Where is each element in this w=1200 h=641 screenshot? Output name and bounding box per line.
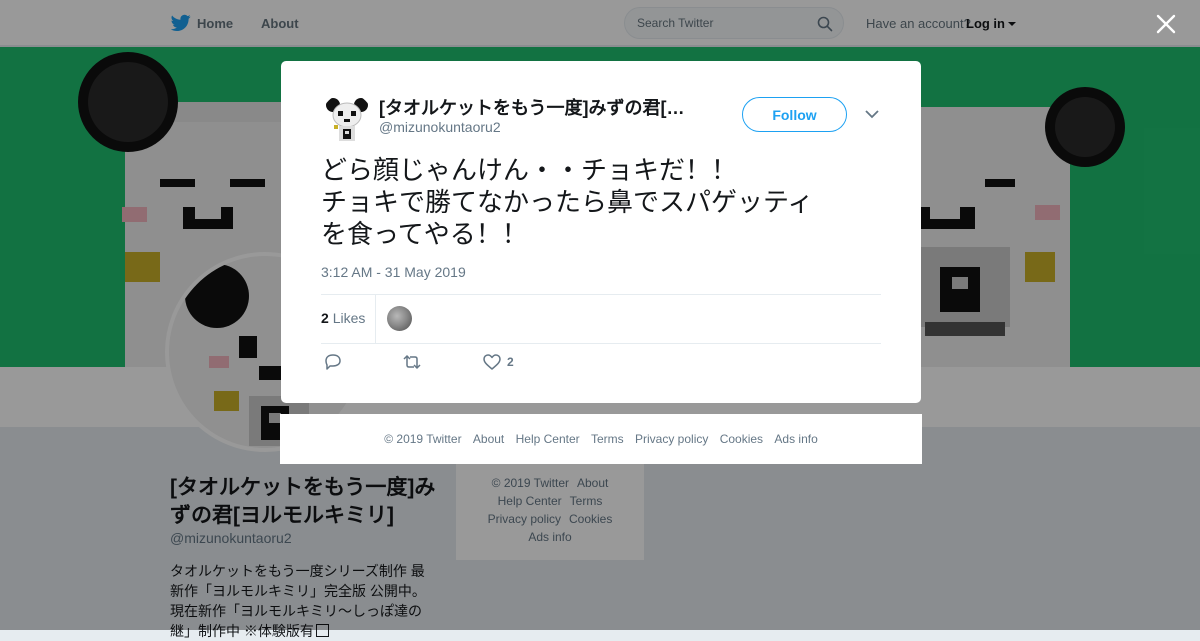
tweet-text-line: チョキで勝てなかったら鼻でスパゲッティ [321,187,814,217]
modal-footer: © 2019 Twitter About Help Center Terms P… [280,414,922,464]
footer-privacy-link[interactable]: Privacy policy [635,432,708,446]
tweet-author-name[interactable]: [タオルケットをもう一度]みずの君[… [379,94,699,120]
tweet-author-handle[interactable]: @mizunokuntaoru2 [379,119,501,135]
retweet-button[interactable] [402,353,422,373]
reply-icon [325,354,341,370]
follow-button[interactable]: Follow [742,97,847,132]
tweet-text-line: を食ってやる！！ [321,219,528,249]
close-icon[interactable] [1154,12,1178,36]
tweet-text-line: どら顔じゃんけん・・チョキだ！！ [321,155,738,185]
footer-ads-link[interactable]: Ads info [774,432,817,446]
footer-help-link[interactable]: Help Center [516,432,580,446]
footer-terms-link[interactable]: Terms [591,432,624,446]
footer-about-link[interactable]: About [473,432,504,446]
like-button[interactable]: 2 [482,353,514,373]
likes-label: Likes [332,310,366,326]
liker-avatar[interactable] [387,306,412,331]
like-count: 2 [507,355,514,369]
tweet-text: どら顔じゃんけん・・チョキだ！！ チョキで勝てなかったら鼻でスパゲッティ を食っ… [321,154,901,250]
tweet-timestamp[interactable]: 3:12 AM - 31 May 2019 [321,264,466,280]
tweet-author-avatar[interactable] [321,93,373,145]
reply-button[interactable] [323,353,343,373]
footer-cookies-link[interactable]: Cookies [720,432,763,446]
stats-divider [375,295,376,343]
likes-count: 2 [321,310,329,326]
heart-icon [483,354,501,370]
footer-copyright: © 2019 Twitter [384,432,462,446]
likes-stat[interactable]: 2 Likes [321,310,365,326]
chevron-down-icon[interactable] [865,109,879,119]
tweet-modal: [タオルケットをもう一度]みずの君[… @mizunokuntaoru2 Fol… [281,61,921,403]
retweet-icon [403,354,421,370]
panda-avatar-small [321,93,373,145]
tweet-stats: 2 Likes [321,294,881,344]
